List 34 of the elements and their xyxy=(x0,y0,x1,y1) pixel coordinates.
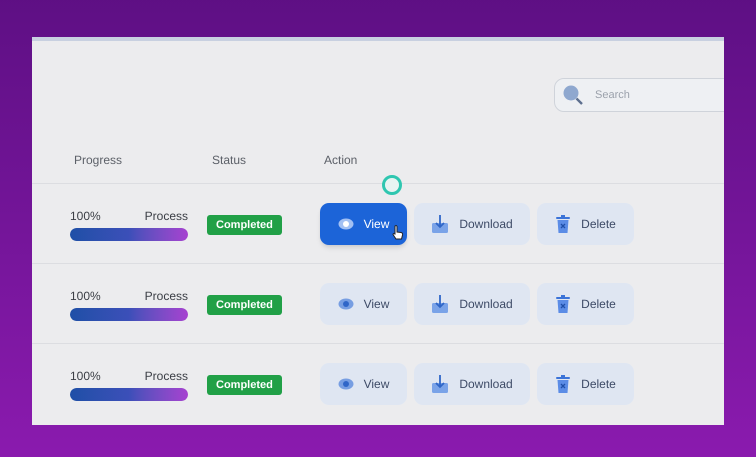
trash-icon xyxy=(555,374,572,394)
hand-cursor-icon xyxy=(392,224,404,240)
view-button[interactable]: View xyxy=(320,362,407,404)
trash-icon xyxy=(555,294,572,314)
cursor-ring-icon xyxy=(382,175,402,195)
eye-icon xyxy=(338,298,354,310)
status-badge: Completed xyxy=(207,374,282,395)
search-icon xyxy=(562,84,584,106)
progress-percent: 100% xyxy=(70,368,101,384)
column-header: Progress xyxy=(74,152,124,169)
download-icon xyxy=(431,374,450,394)
download-button[interactable]: Download xyxy=(414,282,530,324)
progress-percent: 100% xyxy=(70,288,101,304)
download-button[interactable]: Download xyxy=(414,202,530,244)
progress-label: Process xyxy=(144,368,188,384)
download-icon xyxy=(431,214,450,234)
view-button[interactable]: View xyxy=(320,282,407,324)
eye-icon xyxy=(338,378,354,390)
view-button[interactable]: View xyxy=(320,202,407,244)
progress-percent: 100% xyxy=(70,208,101,224)
column-header: Action xyxy=(324,152,358,169)
status-badge: Completed xyxy=(207,294,282,315)
status-badge: Completed xyxy=(207,214,282,235)
trash-icon xyxy=(555,214,572,234)
delete-button[interactable]: Delete xyxy=(537,202,634,244)
column-header: Status xyxy=(212,152,248,169)
delete-button[interactable]: Delete xyxy=(537,362,634,404)
progress-label: Process xyxy=(144,288,188,304)
download-button[interactable]: Download xyxy=(414,362,530,404)
search-field[interactable]: Search xyxy=(554,78,724,112)
progress-label: Process xyxy=(144,208,188,224)
eye-icon xyxy=(338,218,354,230)
download-icon xyxy=(431,294,450,314)
delete-button[interactable]: Delete xyxy=(537,282,634,324)
